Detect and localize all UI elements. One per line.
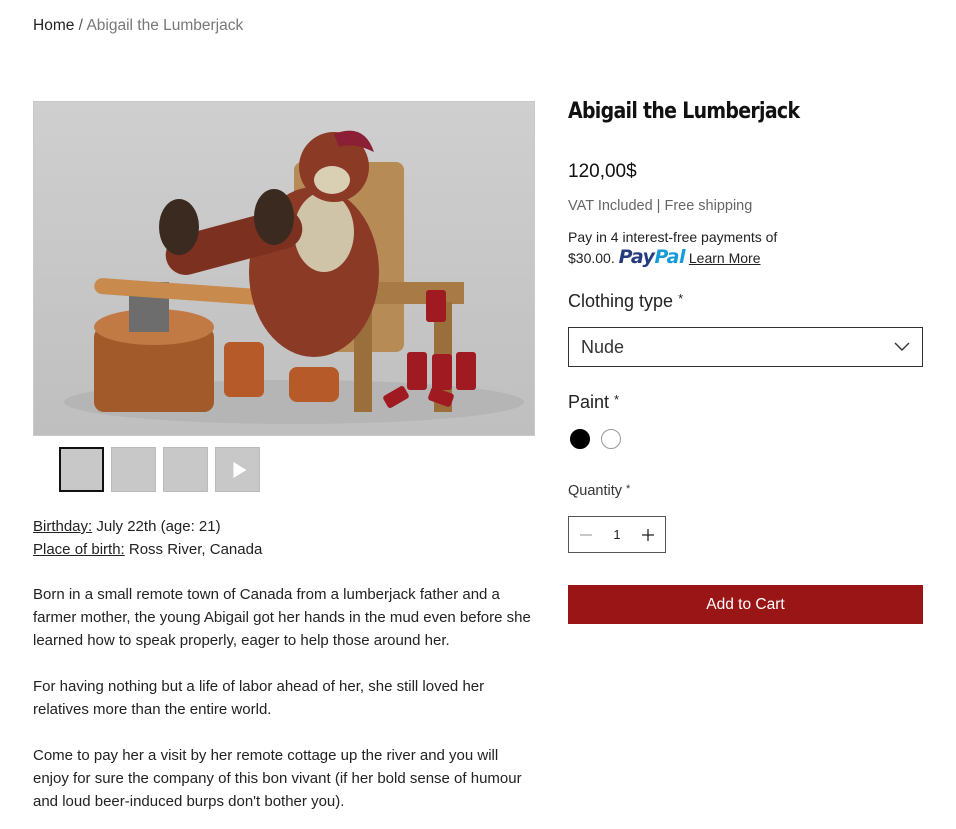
birthplace-label: Place of birth: bbox=[33, 541, 125, 558]
paypal-learn-more-link[interactable]: Learn More bbox=[689, 250, 761, 266]
paypal-logo: PayPal bbox=[618, 246, 686, 268]
paint-swatch-white[interactable] bbox=[601, 429, 621, 449]
birthday-label: Birthday: bbox=[33, 518, 93, 535]
quantity-stepper[interactable]: 1 bbox=[568, 516, 666, 553]
paint-label: Paint * bbox=[568, 392, 620, 412]
thumbnail-2[interactable] bbox=[111, 447, 156, 492]
paypal-installments: Pay in 4 interest-free payments of $30.0… bbox=[568, 227, 808, 268]
thumbnail-strip bbox=[59, 447, 260, 492]
product-price: 120,00$ bbox=[568, 161, 637, 182]
breadcrumb-home-link[interactable]: Home bbox=[33, 17, 74, 34]
paint-swatches bbox=[570, 429, 621, 449]
breadcrumb-current: Abigail the Lumberjack bbox=[86, 17, 244, 34]
breadcrumb: Home / Abigail the Lumberjack bbox=[33, 17, 243, 35]
product-title: Abigail the Lumberjack bbox=[568, 99, 800, 124]
birthplace-row: Place of birth: Ross River, Canada bbox=[33, 538, 262, 561]
thumbnail-video[interactable] bbox=[215, 447, 260, 492]
clothing-type-dropdown[interactable]: Nude bbox=[568, 327, 923, 367]
description-paragraph: For having nothing but a life of labor a… bbox=[33, 678, 485, 718]
birthday-row: Birthday: July 22th (age: 21) bbox=[33, 515, 262, 538]
birthplace-value: Ross River, Canada bbox=[124, 541, 263, 558]
product-description: Born in a small remote town of Canada fr… bbox=[33, 583, 538, 829]
birthday-value: July 22th (age: 21) bbox=[92, 518, 221, 535]
paint-swatch-black[interactable] bbox=[570, 429, 590, 449]
product-illustration bbox=[64, 130, 524, 424]
paypal-amount: $30.00. bbox=[568, 250, 615, 266]
add-to-cart-button[interactable]: Add to Cart bbox=[568, 585, 923, 624]
thumbnail-1[interactable] bbox=[59, 447, 104, 492]
paypal-installments-text: Pay in 4 interest-free payments of bbox=[568, 229, 778, 245]
minus-icon[interactable] bbox=[578, 527, 594, 543]
play-icon bbox=[232, 461, 246, 478]
vat-shipping-note: VAT Included | Free shipping bbox=[568, 198, 753, 214]
thumbnail-3[interactable] bbox=[163, 447, 208, 492]
character-facts: Birthday: July 22th (age: 21) Place of b… bbox=[33, 515, 262, 561]
quantity-label: Quantity * bbox=[568, 483, 631, 499]
description-paragraph: Born in a small remote town of Canada fr… bbox=[33, 586, 531, 649]
clothing-type-value: Nude bbox=[581, 336, 625, 357]
quantity-value[interactable]: 1 bbox=[613, 527, 620, 542]
plus-icon[interactable] bbox=[640, 527, 656, 543]
clothing-type-label: Clothing type * bbox=[568, 291, 684, 311]
breadcrumb-separator: / bbox=[78, 17, 83, 34]
product-main-image[interactable] bbox=[33, 101, 535, 436]
chevron-down-icon bbox=[894, 342, 910, 351]
description-paragraph: Come to pay her a visit by her remote co… bbox=[33, 747, 522, 810]
